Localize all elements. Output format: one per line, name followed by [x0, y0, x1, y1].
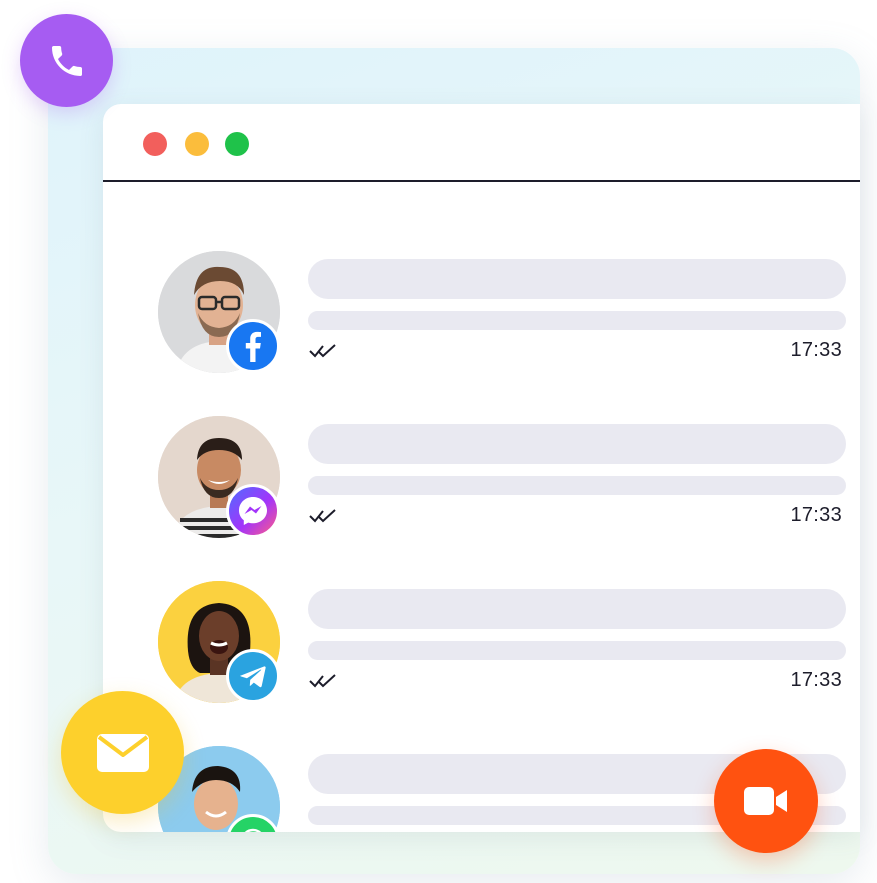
mail-icon — [96, 733, 149, 772]
conversation-row[interactable]: 17:33 — [103, 251, 860, 401]
message-preview-placeholder — [308, 424, 846, 464]
message-subline-placeholder — [308, 476, 846, 495]
video-camera-icon — [744, 787, 787, 815]
conversation-row[interactable]: 17:33 — [103, 416, 860, 566]
message-preview-placeholder — [308, 259, 846, 299]
message-time: 17:33 — [790, 339, 842, 361]
double-check-icon — [309, 674, 336, 688]
chat-window: 17:33 17:33 17:33 — [103, 104, 860, 832]
title-bar — [103, 104, 860, 182]
video-call-button[interactable] — [714, 749, 818, 853]
message-subline-placeholder — [308, 641, 846, 660]
message-subline-placeholder — [308, 311, 846, 330]
message-time: 17:33 — [790, 669, 842, 691]
message-preview-placeholder — [308, 589, 846, 629]
email-button[interactable] — [61, 691, 184, 814]
close-window-button[interactable] — [143, 132, 167, 156]
phone-call-button[interactable] — [20, 14, 113, 107]
double-check-icon — [309, 344, 336, 358]
minimize-window-button[interactable] — [185, 132, 209, 156]
phone-icon — [51, 45, 82, 76]
message-time: 17:33 — [790, 504, 842, 526]
double-check-icon — [309, 509, 336, 523]
telegram-icon — [226, 649, 280, 703]
facebook-icon — [226, 319, 280, 373]
conversation-row[interactable]: 17:33 — [103, 581, 860, 731]
zoom-window-button[interactable] — [225, 132, 249, 156]
stage: 17:33 17:33 17:33 — [0, 0, 877, 883]
messenger-icon — [226, 484, 280, 538]
